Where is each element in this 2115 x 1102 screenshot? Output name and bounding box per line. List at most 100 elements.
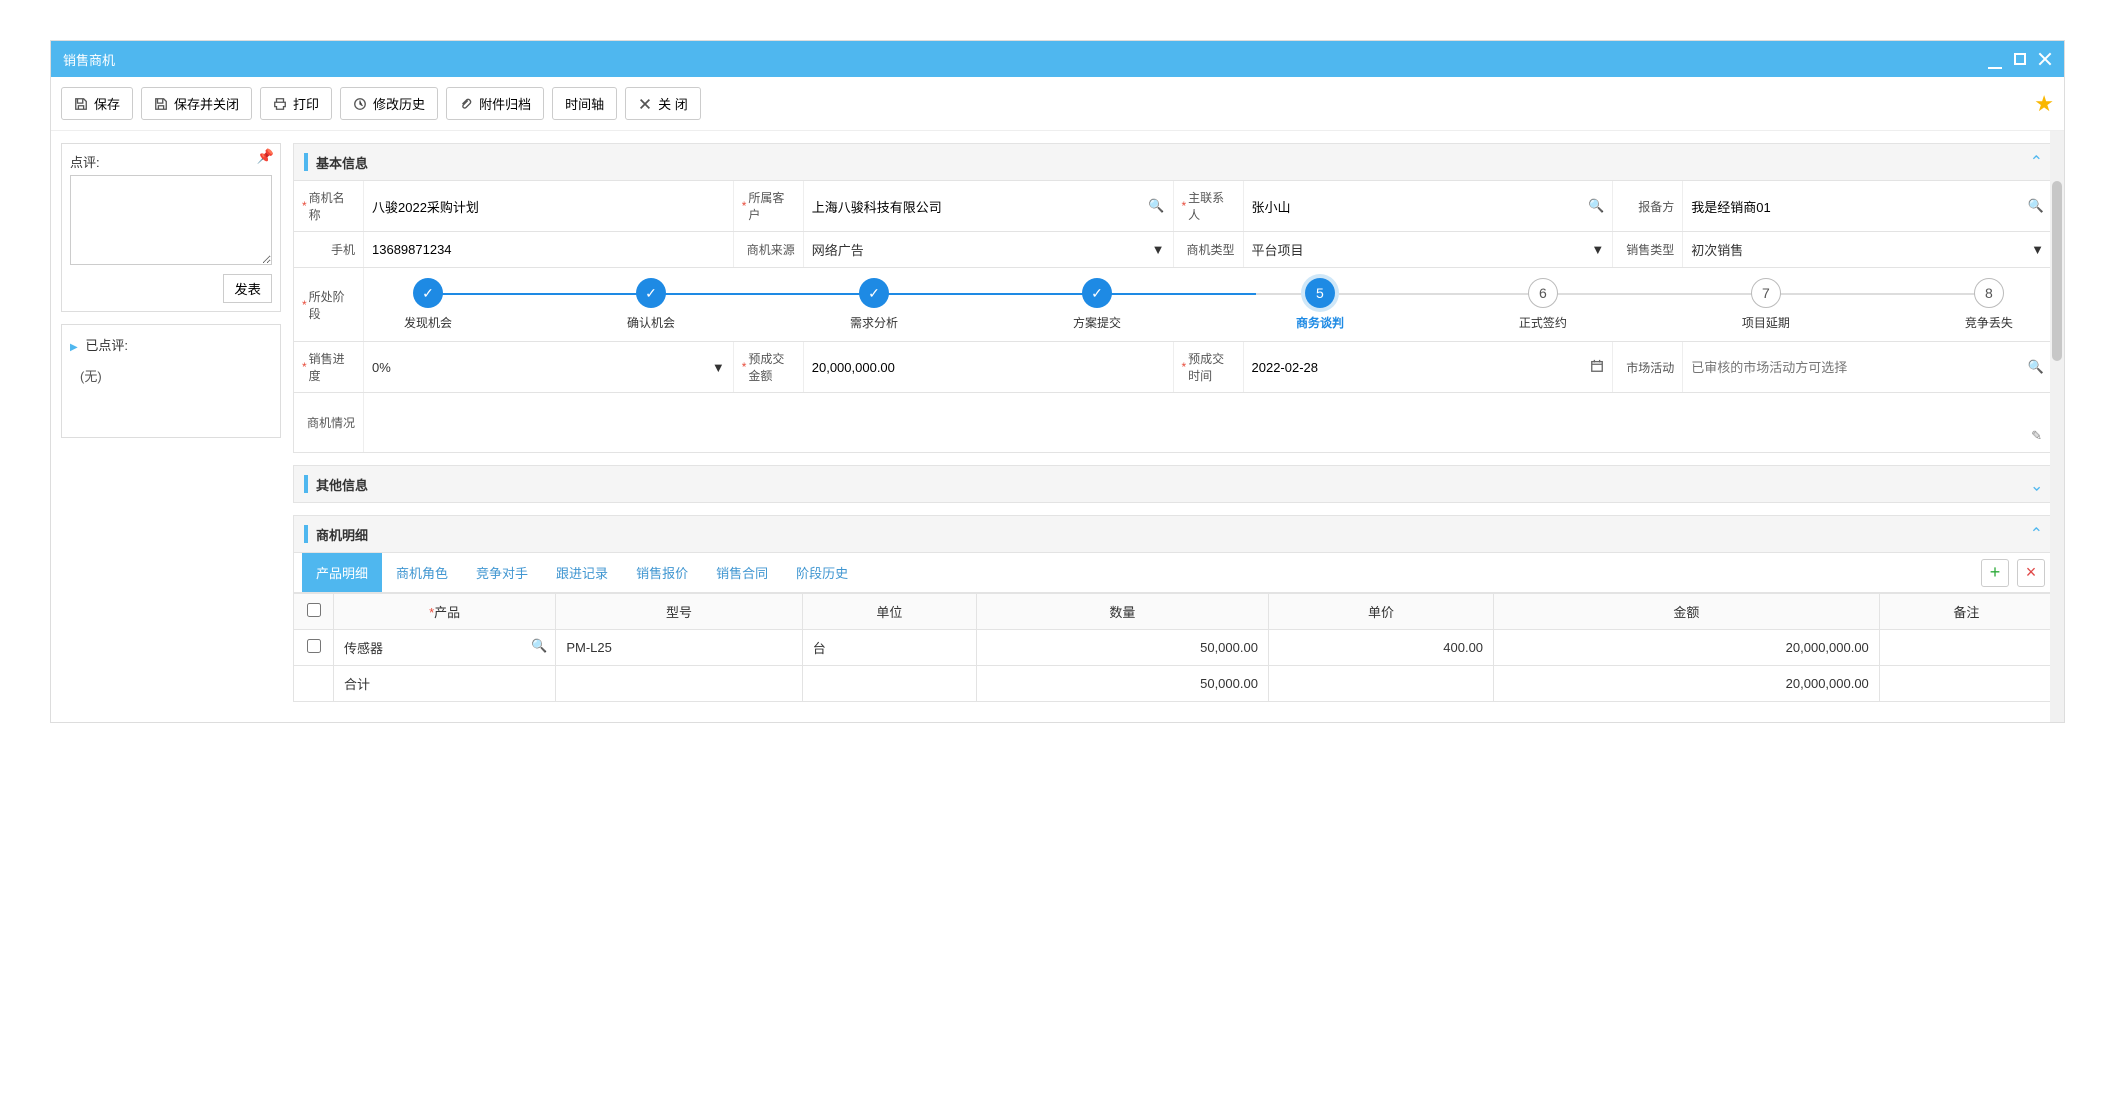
save-icon [154,97,168,111]
close-window-icon[interactable] [2038,52,2052,66]
chevron-up-icon[interactable]: ⌃ [2030,152,2043,172]
search-icon[interactable]: 🔍 [1588,198,1604,214]
print-button[interactable]: 打印 [260,87,332,120]
x-icon [638,97,652,111]
sale-type-select[interactable]: 初次销售 [1691,240,2044,259]
phone-label: 手机 [294,232,364,267]
chevron-down-icon[interactable]: ▼ [712,360,725,375]
search-icon[interactable]: 🔍 [531,638,547,654]
tab-product-detail[interactable]: 产品明细 [302,553,382,592]
search-icon[interactable]: 🔍 [1148,198,1164,214]
tab-quote[interactable]: 销售报价 [622,553,702,592]
chevron-up-icon[interactable]: ⌃ [2030,524,2043,544]
stage-1[interactable]: ✓发现机会 [404,278,452,331]
form-row: 销售进度 0% ▼ 预成交金额 预成交时间 市场活动 🔍 [293,342,2054,393]
col-model: 型号 [556,594,802,630]
table-header-row: *产品 型号 单位 数量 单价 金额 备注 [294,594,2054,630]
activity-input[interactable] [1691,360,2044,375]
situation-label: 商机情况 [294,393,364,452]
cell-price[interactable]: 400.00 [1268,630,1493,666]
contact-label: 主联系人 [1174,181,1244,231]
search-icon[interactable]: 🔍 [2028,359,2044,375]
timeline-button[interactable]: 时间轴 [552,87,617,120]
calendar-icon[interactable] [1590,359,1604,376]
stage-3[interactable]: ✓需求分析 [850,278,898,331]
select-all-checkbox[interactable] [307,603,321,617]
tab-stage-history[interactable]: 阶段历史 [782,553,862,592]
history-button[interactable]: 修改历史 [340,87,438,120]
publish-button[interactable]: 发表 [223,274,272,303]
expect-time-label: 预成交时间 [1174,342,1244,392]
cell-qty[interactable]: 50,000.00 [976,630,1268,666]
save-and-close-button[interactable]: 保存并关闭 [141,87,252,120]
type-select[interactable]: 平台项目 [1252,240,1605,259]
clock-icon [353,97,367,111]
add-row-button[interactable]: + [1981,559,2009,587]
sale-type-label: 销售类型 [1613,232,1683,267]
comment-textarea[interactable] [70,175,272,265]
expect-amount-label: 预成交金额 [734,342,804,392]
source-label: 商机来源 [734,232,804,267]
search-icon[interactable]: 🔍 [2028,198,2044,214]
col-price: 单价 [1268,594,1493,630]
product-table: *产品 型号 单位 数量 单价 金额 备注 传感器 🔍 [293,593,2054,702]
activity-label: 市场活动 [1613,342,1683,392]
star-icon[interactable]: ★ [2034,91,2054,117]
stage-8[interactable]: 8竞争丢失 [1965,278,2013,331]
phone-input[interactable] [372,242,725,257]
paperclip-icon [459,97,473,111]
col-product: *产品 [334,594,556,630]
row-checkbox[interactable] [307,639,321,653]
customer-label: 所属客户 [734,181,804,231]
cell-note[interactable] [1879,630,2053,666]
stage-4[interactable]: ✓方案提交 [1073,278,1121,331]
progress-select[interactable]: 0% [372,360,725,375]
maximize-icon[interactable] [2014,53,2026,65]
stage-2[interactable]: ✓确认机会 [627,278,675,331]
stage-6[interactable]: 6正式签约 [1519,278,1567,331]
type-label: 商机类型 [1174,232,1244,267]
scrollbar-track[interactable] [2050,131,2064,722]
expect-amount-input[interactable] [812,360,1165,375]
expect-time-input[interactable] [1252,360,1605,375]
section-title: 商机明细 [316,525,368,544]
cell-amount: 20,000,000.00 [1494,630,1880,666]
chevron-down-icon[interactable]: ▼ [1591,242,1604,257]
tab-contract[interactable]: 销售合同 [702,553,782,592]
source-select[interactable]: 网络广告 [812,240,1165,259]
close-button[interactable]: 关 闭 [625,87,701,120]
opp-name-input[interactable] [372,199,725,214]
chevron-down-icon[interactable]: ⌃ [2030,474,2043,494]
table-row[interactable]: 传感器 🔍 PM-L25 台 50,000.00 400.00 20,000,0… [294,630,2054,666]
stage-7[interactable]: 7项目延期 [1742,278,1790,331]
delete-row-button[interactable]: × [2017,559,2045,587]
comments-list-panel: ▶ 已点评: (无) [61,324,281,438]
main: 基本信息 ⌃ 商机名称 所属客户 🔍 主联系人 🔍 报备方 [293,131,2064,702]
cell-model: PM-L25 [556,630,802,666]
col-qty: 数量 [976,594,1268,630]
form-row: 商机名称 所属客户 🔍 主联系人 🔍 报备方 🔍 [293,181,2054,232]
chevron-down-icon[interactable]: ▼ [2031,242,2044,257]
form-row-situation: 商机情况 ✎ [293,393,2054,453]
section-basic-header: 基本信息 ⌃ [293,143,2054,181]
save-button[interactable]: 保存 [61,87,133,120]
stage-5[interactable]: 5商务谈判 [1296,278,1344,331]
sidebar: 📌 点评: 发表 ▶ 已点评: (无) [51,131,281,702]
print-icon [273,97,287,111]
attachment-button[interactable]: 附件归档 [446,87,544,120]
tab-role[interactable]: 商机角色 [382,553,462,592]
customer-input[interactable] [812,199,1165,214]
minimize-icon[interactable] [1988,55,2002,69]
table-total-row: 合计 50,000.00 20,000,000.00 [294,666,2054,702]
section-title: 其他信息 [316,475,368,494]
reporter-input[interactable] [1691,199,2044,214]
comment-panel: 📌 点评: 发表 [61,143,281,312]
edit-icon[interactable]: ✎ [2031,428,2042,444]
scrollbar-thumb[interactable] [2052,181,2062,361]
contact-input[interactable] [1252,199,1605,214]
tab-follow[interactable]: 跟进记录 [542,553,622,592]
tab-competitor[interactable]: 竞争对手 [462,553,542,592]
cell-product: 传感器 [344,641,383,656]
pin-icon[interactable]: 📌 [257,148,274,165]
chevron-down-icon[interactable]: ▼ [1152,242,1165,257]
